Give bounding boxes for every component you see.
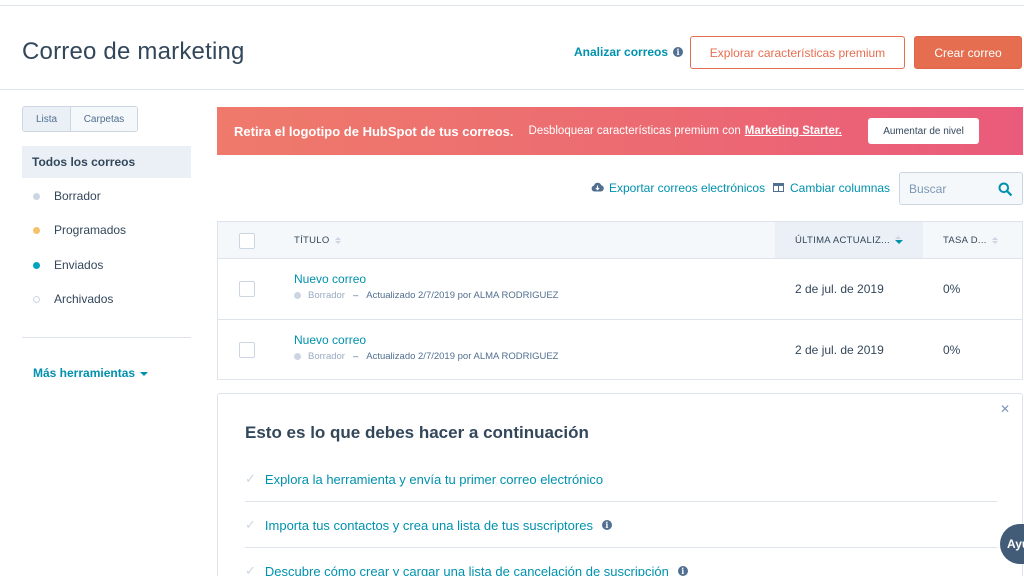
- change-columns-link[interactable]: Cambiar columnas: [773, 181, 890, 195]
- column-header-last-updated[interactable]: ÚLTIMA ACTUALIZ...: [775, 222, 923, 258]
- email-title-link[interactable]: Nuevo correo: [294, 272, 366, 286]
- select-all-checkbox[interactable]: [239, 233, 255, 249]
- updated-text: Actualizado 2/7/2019 por ALMA RODRIGUEZ: [366, 290, 559, 301]
- step-divider: [245, 547, 997, 548]
- meta-separator: –: [352, 351, 359, 362]
- marketing-starter-link[interactable]: Marketing Starter.: [745, 125, 842, 137]
- export-emails-label: Exportar correos electrónicos: [609, 181, 766, 195]
- table-row: Nuevo correo Borrador – Actualizado 2/7/…: [218, 259, 1022, 320]
- checkmark-icon: ✓: [245, 517, 256, 532]
- banner-text: Desbloquear características premium con: [528, 125, 741, 137]
- search-field[interactable]: [899, 172, 1023, 205]
- change-columns-label: Cambiar columnas: [790, 181, 891, 195]
- next-step-label: Importa tus contactos y crea una lista d…: [264, 517, 593, 533]
- info-icon: i: [677, 566, 688, 576]
- email-title-link[interactable]: Nuevo correo: [294, 333, 366, 347]
- header-divider: [0, 89, 1024, 90]
- row-checkbox[interactable]: [239, 281, 255, 297]
- column-header-rate[interactable]: TASA D...: [943, 222, 998, 258]
- info-icon: i: [673, 47, 684, 57]
- close-icon[interactable]: ✕: [1000, 402, 1010, 416]
- status-dot-icon: [33, 261, 40, 269]
- last-updated-cell: 2 de jul. de 2019: [795, 282, 884, 296]
- analyze-emails-link[interactable]: Analizar correos i: [574, 45, 684, 59]
- sidebar-item-archived[interactable]: Archivados: [33, 292, 113, 306]
- more-tools-dropdown[interactable]: Más herramientas: [33, 366, 149, 380]
- row-checkbox[interactable]: [239, 342, 255, 358]
- status-label: Borrador: [308, 290, 345, 301]
- checkmark-icon: ✓: [245, 563, 256, 576]
- next-step-item[interactable]: ✓ Descubre cómo crear y cargar una lista…: [245, 563, 688, 576]
- sidebar-item-sent[interactable]: Enviados: [33, 258, 103, 272]
- next-step-label: Explora la herramienta y envía tu primer…: [264, 471, 604, 487]
- columns-icon: [773, 181, 784, 195]
- page-title: Correo de marketing: [22, 38, 245, 65]
- next-step-label: Descubre cómo crear y cargar una lista d…: [264, 563, 669, 576]
- sidebar-item-label: Enviados: [54, 258, 104, 272]
- next-step-item[interactable]: ✓ Explora la herramienta y envía tu prim…: [245, 471, 603, 487]
- view-toggle: Lista Carpetas: [22, 106, 138, 132]
- sidebar-item-draft[interactable]: Borrador: [33, 189, 101, 203]
- top-divider: [0, 5, 1024, 6]
- column-header-label: TÍTULO: [294, 234, 330, 246]
- sort-icon: [334, 236, 341, 244]
- status-dot-icon: [294, 292, 301, 299]
- analyze-emails-label: Analizar correos: [574, 45, 669, 59]
- last-updated-cell: 2 de jul. de 2019: [795, 343, 884, 357]
- emails-table: TÍTULO ÚLTIMA ACTUALIZ... TASA D... Nuev…: [217, 221, 1023, 380]
- column-header-label: ÚLTIMA ACTUALIZ...: [795, 234, 890, 246]
- column-header-label: TASA D...: [943, 234, 987, 246]
- toggle-list[interactable]: Lista: [23, 107, 71, 131]
- meta-separator: –: [352, 290, 359, 301]
- toggle-folders[interactable]: Carpetas: [71, 107, 137, 131]
- sidebar-item-label: Archivados: [54, 292, 114, 306]
- status-dot-icon: [33, 192, 40, 200]
- more-tools-label: Más herramientas: [33, 366, 136, 380]
- email-meta: Borrador – Actualizado 2/7/2019 por ALMA…: [294, 290, 558, 301]
- search-input[interactable]: [909, 181, 995, 196]
- upgrade-button[interactable]: Aumentar de nivel: [868, 118, 979, 144]
- status-dot-icon: [294, 353, 301, 360]
- next-step-item[interactable]: ✓ Importa tus contactos y crea una lista…: [245, 517, 612, 533]
- next-steps-title: Esto es lo que debes hacer a continuació…: [245, 423, 589, 442]
- checkmark-icon: ✓: [245, 471, 256, 486]
- status-dot-icon: [33, 295, 40, 303]
- email-meta: Borrador – Actualizado 2/7/2019 por ALMA…: [294, 351, 558, 362]
- updated-text: Actualizado 2/7/2019 por ALMA RODRIGUEZ: [366, 351, 559, 362]
- explore-premium-button[interactable]: Explorar características premium: [690, 36, 905, 69]
- sidebar-item-all-emails[interactable]: Todos los correos: [22, 146, 191, 178]
- sidebar-divider: [22, 337, 191, 338]
- rate-cell: 0%: [943, 343, 961, 357]
- export-emails-link[interactable]: Exportar correos electrónicos: [591, 181, 765, 195]
- next-steps-card: ✕ Esto es lo que debes hacer a continuac…: [217, 393, 1023, 576]
- status-label: Borrador: [308, 351, 345, 362]
- table-header: TÍTULO ÚLTIMA ACTUALIZ... TASA D...: [218, 222, 1022, 259]
- status-dot-icon: [33, 226, 40, 234]
- sidebar-item-label: Programados: [54, 223, 127, 237]
- column-header-title[interactable]: TÍTULO: [294, 222, 341, 258]
- banner-headline: Retira el logotipo de HubSpot de tus cor…: [234, 123, 514, 139]
- cloud-download-icon: [591, 181, 604, 195]
- create-email-button[interactable]: Crear correo: [914, 36, 1022, 69]
- upgrade-banner: Retira el logotipo de HubSpot de tus cor…: [217, 107, 1023, 155]
- table-row: Nuevo correo Borrador – Actualizado 2/7/…: [218, 319, 1022, 380]
- rate-cell: 0%: [943, 282, 961, 296]
- chevron-down-icon: [140, 371, 149, 376]
- search-icon[interactable]: [998, 182, 1012, 201]
- sidebar-item-label: Borrador: [54, 189, 101, 203]
- sort-desc-icon: [894, 236, 903, 244]
- step-divider: [245, 501, 997, 502]
- sort-icon: [991, 236, 998, 244]
- info-icon: i: [601, 520, 612, 530]
- sidebar-item-scheduled[interactable]: Programados: [33, 223, 126, 237]
